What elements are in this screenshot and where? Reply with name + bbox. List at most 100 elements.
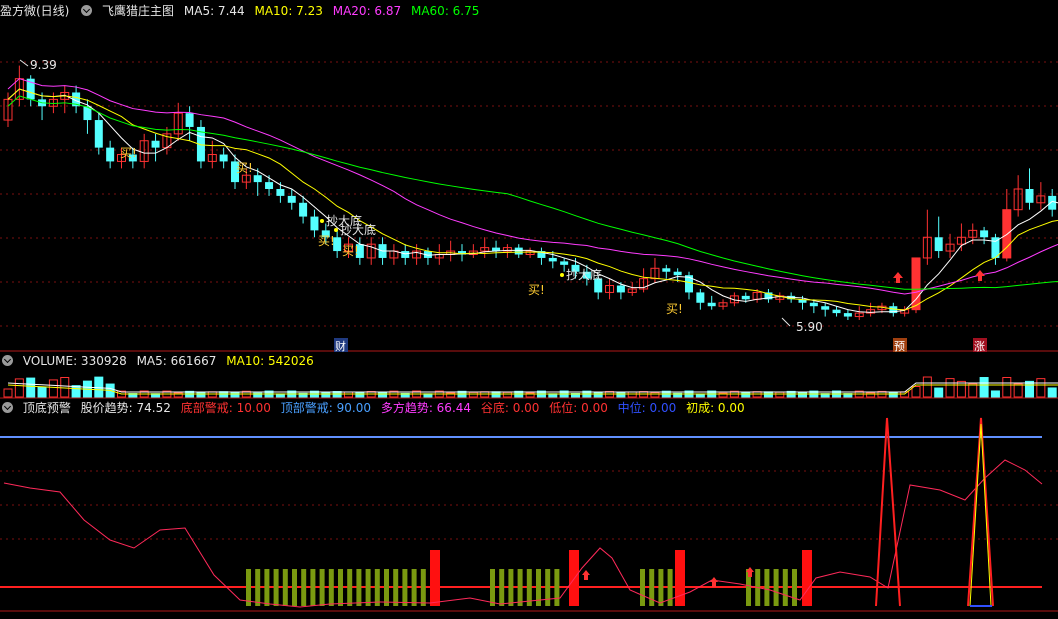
indicator-column bbox=[319, 569, 325, 606]
time-axis bbox=[0, 611, 1058, 619]
candle-down bbox=[616, 285, 625, 293]
volume-bar bbox=[14, 378, 24, 398]
volume-bar bbox=[956, 380, 966, 398]
indicator-column bbox=[310, 569, 316, 606]
bottom-dot bbox=[560, 273, 564, 277]
candle-down bbox=[106, 147, 115, 162]
candle-down bbox=[94, 120, 103, 148]
indicator-column bbox=[554, 569, 560, 606]
indicator-column bbox=[508, 569, 514, 606]
volume-bar bbox=[48, 379, 58, 398]
indicator-column bbox=[393, 569, 399, 606]
volume-bar bbox=[650, 392, 660, 398]
indicator-column bbox=[411, 569, 417, 606]
high-pointer bbox=[19, 59, 29, 67]
volume-bar bbox=[60, 376, 70, 398]
indicator-red-column bbox=[802, 550, 812, 606]
candle-down bbox=[1025, 189, 1034, 203]
buy-signal-label: 买! bbox=[120, 146, 137, 160]
volume-bar bbox=[230, 391, 240, 398]
candle-up bbox=[1002, 209, 1012, 259]
candle-down bbox=[741, 295, 750, 300]
volume-bar bbox=[775, 391, 785, 398]
indicator-column bbox=[292, 569, 297, 606]
bottom-dot bbox=[320, 219, 324, 223]
indicator-column bbox=[402, 569, 408, 606]
event-badge-yu: 预 bbox=[894, 340, 905, 353]
bottom-signal-label: 抄大底 bbox=[340, 222, 376, 237]
bottom-dot bbox=[334, 228, 338, 232]
candle-down bbox=[980, 230, 989, 238]
volume-bar bbox=[888, 391, 898, 398]
indicator-column bbox=[374, 569, 380, 606]
event-badge-cai: 财 bbox=[335, 339, 346, 353]
candle-down bbox=[514, 247, 523, 255]
stock-chart[interactable]: 9.395.90买!买!买!买!买!买!抄大底抄大底抄大底财预涨 bbox=[0, 0, 1058, 619]
volume-bar bbox=[37, 386, 47, 398]
buy-signal-label: 买! bbox=[528, 283, 545, 297]
candle-down bbox=[151, 140, 160, 148]
candle-down bbox=[401, 251, 410, 258]
volume-bar bbox=[1002, 377, 1012, 398]
candle-down bbox=[265, 182, 274, 189]
indicator-column bbox=[255, 569, 261, 606]
indicator-column bbox=[499, 569, 505, 606]
candle-down bbox=[843, 313, 852, 317]
low-pointer bbox=[781, 317, 791, 327]
volume-bar bbox=[1013, 383, 1023, 398]
low-price-label: 5.90 bbox=[796, 320, 823, 334]
volume-bar bbox=[922, 376, 932, 398]
volume-bar bbox=[1036, 378, 1046, 398]
candle-down bbox=[310, 216, 319, 231]
indicator-column bbox=[517, 569, 523, 606]
candle-down bbox=[219, 154, 228, 162]
up-arrow-icon bbox=[975, 270, 985, 281]
volume-bar bbox=[355, 391, 365, 398]
candle-down bbox=[832, 309, 841, 314]
indicator-column bbox=[490, 569, 495, 606]
indicator-column bbox=[658, 569, 664, 606]
volume-bar bbox=[196, 391, 206, 398]
volume-bar bbox=[934, 387, 944, 398]
indicator-column bbox=[273, 569, 279, 606]
indicator-red-column bbox=[675, 550, 685, 606]
volume-bar bbox=[866, 392, 876, 398]
volume-bar bbox=[968, 383, 978, 398]
buy-signal-label: 买! bbox=[342, 244, 359, 258]
volume-bar bbox=[3, 388, 13, 398]
volume-bar bbox=[1025, 380, 1034, 398]
up-arrow-icon bbox=[582, 570, 590, 580]
volume-bar bbox=[94, 376, 104, 398]
indicator-column bbox=[764, 569, 770, 606]
price-trend-line bbox=[3, 459, 1043, 608]
ma5-line bbox=[7, 88, 1058, 313]
volume-bar bbox=[990, 390, 1000, 398]
volume-bar bbox=[1047, 387, 1057, 398]
candle-down bbox=[809, 302, 818, 307]
volume-bar bbox=[979, 377, 989, 398]
event-badge-zhang: 涨 bbox=[974, 340, 985, 353]
candle-down bbox=[1048, 195, 1057, 210]
indicator-column bbox=[792, 569, 797, 606]
indicator-column bbox=[365, 569, 371, 606]
indicator-column bbox=[545, 569, 551, 606]
candle-down bbox=[696, 292, 705, 303]
buy-signal-label: 买! bbox=[666, 302, 683, 316]
high-price-label: 9.39 bbox=[30, 58, 57, 72]
candle-down bbox=[560, 261, 569, 265]
indicator-column bbox=[420, 569, 426, 606]
up-arrow-icon bbox=[893, 272, 903, 283]
volume-bar bbox=[378, 392, 388, 398]
volume-bar bbox=[741, 391, 751, 398]
candle-down bbox=[673, 271, 682, 276]
volume-bar bbox=[26, 377, 36, 398]
indicator-column bbox=[773, 569, 779, 606]
volume-bar bbox=[911, 385, 921, 398]
candle-down bbox=[548, 257, 557, 262]
candle-down bbox=[276, 189, 285, 196]
indicator-red-column bbox=[569, 550, 579, 606]
indicator-column bbox=[328, 569, 334, 606]
candle-down bbox=[253, 175, 262, 183]
indicator-column bbox=[338, 569, 343, 606]
buy-signal-label: 买! bbox=[236, 161, 253, 175]
